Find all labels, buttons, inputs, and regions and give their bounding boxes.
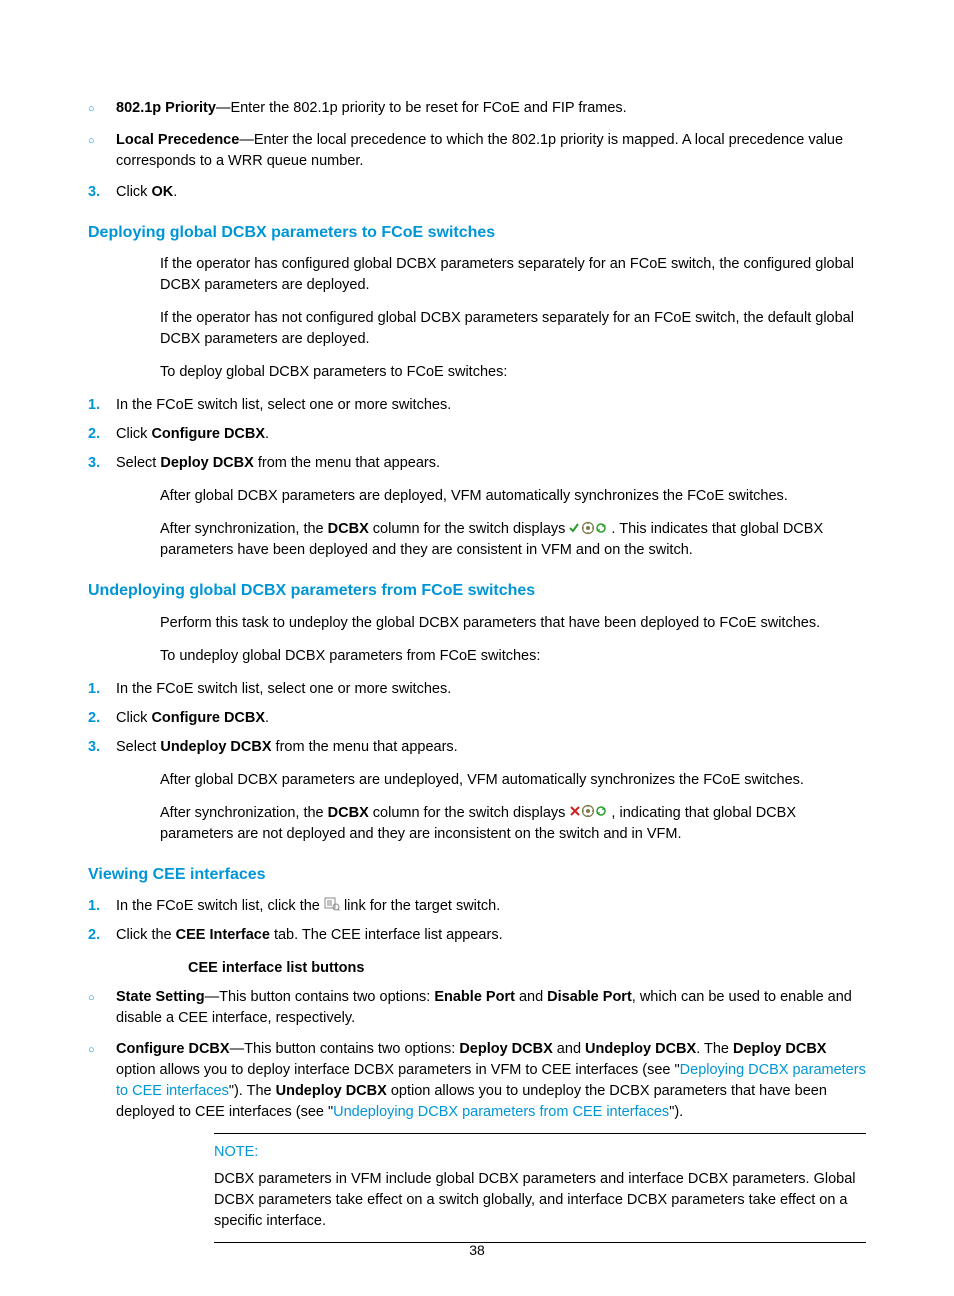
step-text: In the FCoE switch list, select one or m… — [116, 395, 866, 416]
list-item: ○ 802.1p Priority—Enter the 802.1p prior… — [88, 98, 866, 120]
page-number: 38 — [0, 1240, 954, 1260]
note-box: NOTE: DCBX parameters in VFM include glo… — [214, 1133, 866, 1243]
note-title: NOTE: — [214, 1142, 866, 1163]
note-body: DCBX parameters in VFM include global DC… — [214, 1169, 866, 1232]
step-item: 3. Click OK. — [88, 182, 866, 203]
step-text: Click OK. — [116, 182, 866, 203]
step-number: 3. — [88, 453, 116, 474]
dcbx-undeployed-status-icon — [569, 804, 611, 822]
paragraph: To undeploy global DCBX parameters from … — [160, 646, 866, 667]
step-item: 1. In the FCoE switch list, select one o… — [88, 679, 866, 700]
step-number: 1. — [88, 679, 116, 700]
step-number: 1. — [88, 896, 116, 917]
step-number: 3. — [88, 737, 116, 758]
step-text: In the FCoE switch list, select one or m… — [116, 679, 866, 700]
sub-heading: CEE interface list buttons — [188, 958, 866, 979]
step-text: Click Configure DCBX. — [116, 708, 866, 729]
heading-deploy: Deploying global DCBX parameters to FCoE… — [88, 221, 866, 244]
step-number: 2. — [88, 708, 116, 729]
step-number: 1. — [88, 395, 116, 416]
step-item: 2. Click the CEE Interface tab. The CEE … — [88, 925, 866, 946]
heading-cee: Viewing CEE interfaces — [88, 863, 866, 886]
list-item-text: 802.1p Priority—Enter the 802.1p priorit… — [116, 98, 866, 120]
step-text: Select Undeploy DCBX from the menu that … — [116, 737, 866, 758]
cee-steps: 1. In the FCoE switch list, click the li… — [88, 896, 866, 946]
paragraph: If the operator has configured global DC… — [160, 254, 866, 296]
paragraph: After synchronization, the DCBX column f… — [160, 519, 866, 561]
step-text: Click Configure DCBX. — [116, 424, 866, 445]
bullet-icon: ○ — [88, 98, 116, 120]
paragraph: After global DCBX parameters are deploye… — [160, 486, 866, 507]
step-text: In the FCoE switch list, click the link … — [116, 896, 866, 917]
step-item: 3. Select Deploy DCBX from the menu that… — [88, 453, 866, 474]
step-number: 3. — [88, 182, 116, 203]
step-list-continuation: 3. Click OK. — [88, 182, 866, 203]
paragraph: If the operator has not configured globa… — [160, 308, 866, 350]
document-page: ○ 802.1p Priority—Enter the 802.1p prior… — [0, 0, 954, 1296]
bullet-icon: ○ — [88, 1039, 116, 1123]
paragraph: After global DCBX parameters are undeplo… — [160, 770, 866, 791]
heading-undeploy: Undeploying global DCBX parameters from … — [88, 579, 866, 602]
dcbx-deployed-status-icon — [569, 521, 611, 539]
paragraph: To deploy global DCBX parameters to FCoE… — [160, 362, 866, 383]
paragraph: Perform this task to undeploy the global… — [160, 613, 866, 634]
undeploy-steps: 1. In the FCoE switch list, select one o… — [88, 679, 866, 758]
step-item: 2. Click Configure DCBX. — [88, 708, 866, 729]
step-number: 2. — [88, 424, 116, 445]
list-item: ○ Configure DCBX—This button contains tw… — [88, 1039, 866, 1123]
paragraph: After synchronization, the DCBX column f… — [160, 803, 866, 845]
term: Local Precedence — [116, 132, 239, 148]
step-number: 2. — [88, 925, 116, 946]
link-undeploy-cee[interactable]: Undeploying DCBX parameters from CEE int… — [333, 1104, 669, 1120]
step-text: Select Deploy DCBX from the menu that ap… — [116, 453, 866, 474]
term: 802.1p Priority — [116, 100, 216, 116]
list-item-text: Configure DCBX—This button contains two … — [116, 1039, 866, 1123]
list-item: ○ Local Precedence—Enter the local prece… — [88, 130, 866, 172]
step-item: 1. In the FCoE switch list, select one o… — [88, 395, 866, 416]
list-item-text: Local Precedence—Enter the local precede… — [116, 130, 866, 172]
step-text: Click the CEE Interface tab. The CEE int… — [116, 925, 866, 946]
switch-link-icon — [324, 897, 340, 915]
priority-sublist: ○ 802.1p Priority—Enter the 802.1p prior… — [88, 98, 866, 172]
cee-button-list: ○ State Setting—This button contains two… — [88, 987, 866, 1123]
step-item: 2. Click Configure DCBX. — [88, 424, 866, 445]
deploy-steps: 1. In the FCoE switch list, select one o… — [88, 395, 866, 474]
list-item: ○ State Setting—This button contains two… — [88, 987, 866, 1029]
step-item: 1. In the FCoE switch list, click the li… — [88, 896, 866, 917]
bullet-icon: ○ — [88, 130, 116, 172]
step-item: 3. Select Undeploy DCBX from the menu th… — [88, 737, 866, 758]
list-item-text: State Setting—This button contains two o… — [116, 987, 866, 1029]
bullet-icon: ○ — [88, 987, 116, 1029]
